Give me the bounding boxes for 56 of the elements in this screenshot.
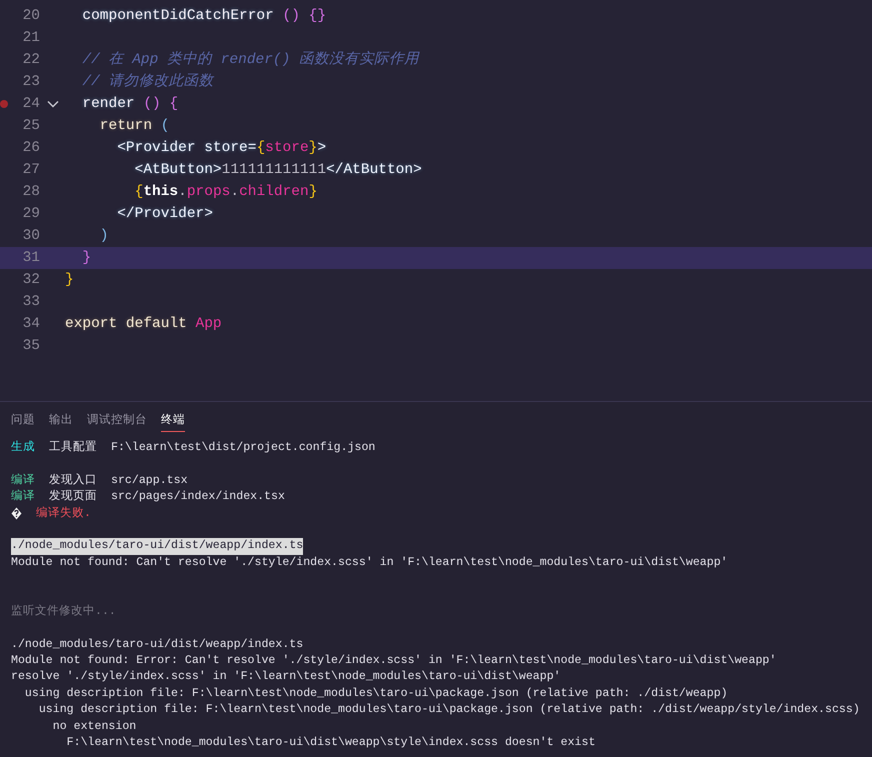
terminal-text: 监听文件修改中...: [11, 604, 116, 620]
chevron-down-icon[interactable]: [46, 100, 58, 108]
terminal-text: src/app.tsx: [111, 472, 188, 489]
code-line: <Provider store={store}>: [116, 139, 326, 158]
line-number: 24: [22, 96, 40, 112]
terminal-text: 发现入口: [49, 472, 97, 489]
terminal-text: 发现页面: [49, 489, 97, 506]
terminal-text: using description file: F:\learn\test\node_modules\taro-ui\package.json (relative path: ./dist/weapp): [24, 686, 728, 702]
line-number: 22: [22, 52, 40, 68]
line-number: 28: [22, 184, 40, 200]
line-number: 35: [22, 338, 40, 354]
code-line: }: [81, 249, 92, 268]
code-line: // 请勿修改此函数: [81, 72, 214, 92]
line-number: 26: [22, 140, 40, 156]
code-line: return (: [98, 117, 170, 136]
code-line: render () {: [81, 95, 178, 114]
code-line: }: [65, 271, 74, 290]
terminal-text: F:\learn\test\dist/project.config.json: [111, 440, 376, 456]
code-line: componentDidCatchError () {}: [81, 7, 326, 26]
line-number: 21: [22, 30, 40, 46]
terminal-text: ./node_modules/taro-ui/dist/weapp/index.ts: [11, 538, 304, 555]
line-number: 20: [22, 8, 40, 24]
line-number: 25: [22, 118, 40, 134]
line-number: 33: [22, 294, 40, 310]
line-number: 23: [22, 74, 40, 90]
panel-tab[interactable]: 调试控制台: [87, 412, 147, 432]
terminal-text: 编译: [11, 489, 35, 506]
panel-tab[interactable]: 输出: [49, 412, 73, 432]
terminal-text: 编译失败.: [36, 506, 91, 522]
terminal-text: Module not found: Error: Can't resolve './style/index.scss' in 'F:\learn\test\node_modules\taro-ui\dist\weapp': [11, 653, 776, 670]
code-line: </Provider>: [116, 205, 213, 224]
terminal-text: ./node_modules/taro-ui/dist/weapp/index.ts: [11, 636, 304, 653]
breakpoint-dot[interactable]: [0, 100, 8, 108]
code-line: <AtButton>111111111111</AtButton>: [134, 161, 422, 180]
terminal-text: 编译: [11, 472, 35, 489]
terminal-text: 工具配置: [49, 440, 97, 456]
panel-tab[interactable]: 问题: [11, 412, 35, 432]
terminal-text: F:\learn\test\node_modules\taro-ui\dist\weapp\style\index.scss doesn't exist: [66, 735, 596, 752]
code-line: // 在 App 类中的 render() 函数没有实际作用: [81, 50, 420, 70]
line-number: 31: [22, 250, 40, 266]
code-line: export default App: [65, 315, 222, 334]
terminal-text: src/pages/index/index.tsx: [111, 489, 285, 506]
terminal-text: no extension: [52, 718, 136, 735]
line-number: 27: [22, 162, 40, 178]
line-number: 32: [22, 272, 40, 288]
terminal-text: Module not found: Can't resolve './style/index.scss' in 'F:\learn\test\node_modules\taro-ui\dist\weapp': [11, 554, 728, 571]
line-number: 29: [22, 206, 40, 222]
terminal-text: using description file: F:\learn\test\node_modules\taro-ui\package.json (relative path: ./dist/weapp/style/index.scss): [38, 702, 860, 718]
question-diamond-icon: [11, 507, 22, 520]
line-number: 34: [22, 316, 40, 332]
terminal-text: resolve './style/index.scss' in 'F:\learn\test\node_modules\taro-ui\dist\weapp': [11, 669, 561, 686]
code-line: {this.props.children}: [134, 183, 318, 202]
code-line: ): [98, 227, 109, 246]
panel-tab[interactable]: 终端: [161, 412, 185, 432]
line-number: 30: [22, 228, 40, 244]
terminal-text: 生成: [11, 440, 35, 456]
